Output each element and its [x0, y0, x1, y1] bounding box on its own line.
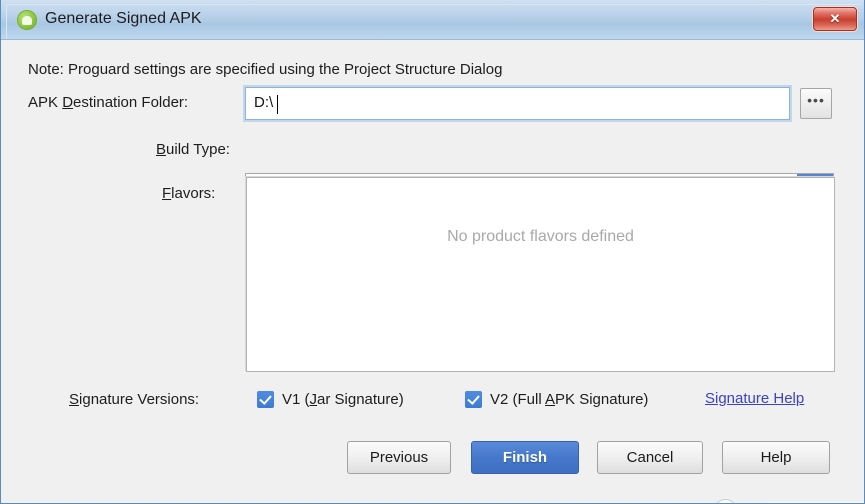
previous-button[interactable]: Previous — [347, 441, 451, 474]
v2-label-prefix: V2 (Full — [490, 391, 546, 408]
wechat-bubble-back — [715, 499, 736, 503]
ellipsis-icon: ••• — [807, 92, 825, 108]
close-button[interactable]: ✕ — [813, 7, 857, 31]
destination-folder-input[interactable]: D:\ — [245, 87, 790, 120]
v1-label-mnemonic: J — [309, 391, 318, 408]
v2-label-suffix: PK Signature) — [555, 391, 649, 408]
browse-folder-button[interactable]: ••• — [800, 88, 832, 119]
v2-signature-label[interactable]: V2 (Full APK Signature) — [490, 391, 648, 408]
v1-label-prefix: V1 ( — [282, 391, 310, 408]
build-type-label: Build Type: — [156, 141, 230, 158]
wechat-icon: 3 — [713, 497, 765, 503]
v1-label-suffix: ar Signature) — [317, 391, 404, 408]
signature-versions-label-suffix: ignature Versions: — [79, 391, 200, 408]
v2-signature-checkbox[interactable] — [465, 391, 482, 408]
destination-folder-label: APK Destination Folder: — [28, 94, 188, 111]
flavors-label-mnemonic: F — [162, 185, 172, 202]
destination-folder-value: D:\ — [254, 94, 274, 111]
help-button[interactable]: Help — [722, 441, 830, 474]
flavors-list-panel[interactable]: No product flavors defined — [246, 177, 835, 372]
proguard-note: Note: Proguard settings are specified us… — [28, 61, 503, 78]
close-icon: ✕ — [829, 11, 841, 26]
flavors-empty-message: No product flavors defined — [447, 228, 634, 245]
text-caret — [277, 95, 278, 114]
window-title: Generate Signed APK — [45, 10, 202, 27]
title-bar: Generate Signed APK ✕ — [1, 0, 864, 40]
dialog-body: Note: Proguard settings are specified us… — [1, 40, 864, 503]
android-studio-icon — [17, 10, 37, 30]
flavors-label: Flavors: — [162, 185, 215, 202]
flavors-label-suffix: lavors: — [171, 185, 216, 202]
destination-label-suffix: estination Folder: — [73, 94, 189, 111]
destination-label-mnemonic: D — [62, 94, 74, 111]
finish-button[interactable]: Finish — [471, 441, 579, 474]
build-type-label-mnemonic: B — [156, 141, 167, 158]
signature-versions-label-mnemonic: S — [69, 391, 80, 408]
build-type-label-suffix: uild Type: — [166, 141, 230, 158]
v2-label-mnemonic: A — [545, 391, 556, 408]
signature-help-link[interactable]: Signature Help — [705, 390, 804, 407]
generate-signed-apk-dialog: Generate Signed APK ✕ Note: Proguard set… — [0, 0, 865, 504]
v1-signature-checkbox[interactable] — [257, 391, 274, 408]
signature-versions-label: Signature Versions: — [69, 391, 199, 408]
cancel-button[interactable]: Cancel — [597, 441, 703, 474]
destination-label-prefix: APK — [28, 94, 63, 111]
v1-signature-label[interactable]: V1 (Jar Signature) — [282, 391, 404, 408]
